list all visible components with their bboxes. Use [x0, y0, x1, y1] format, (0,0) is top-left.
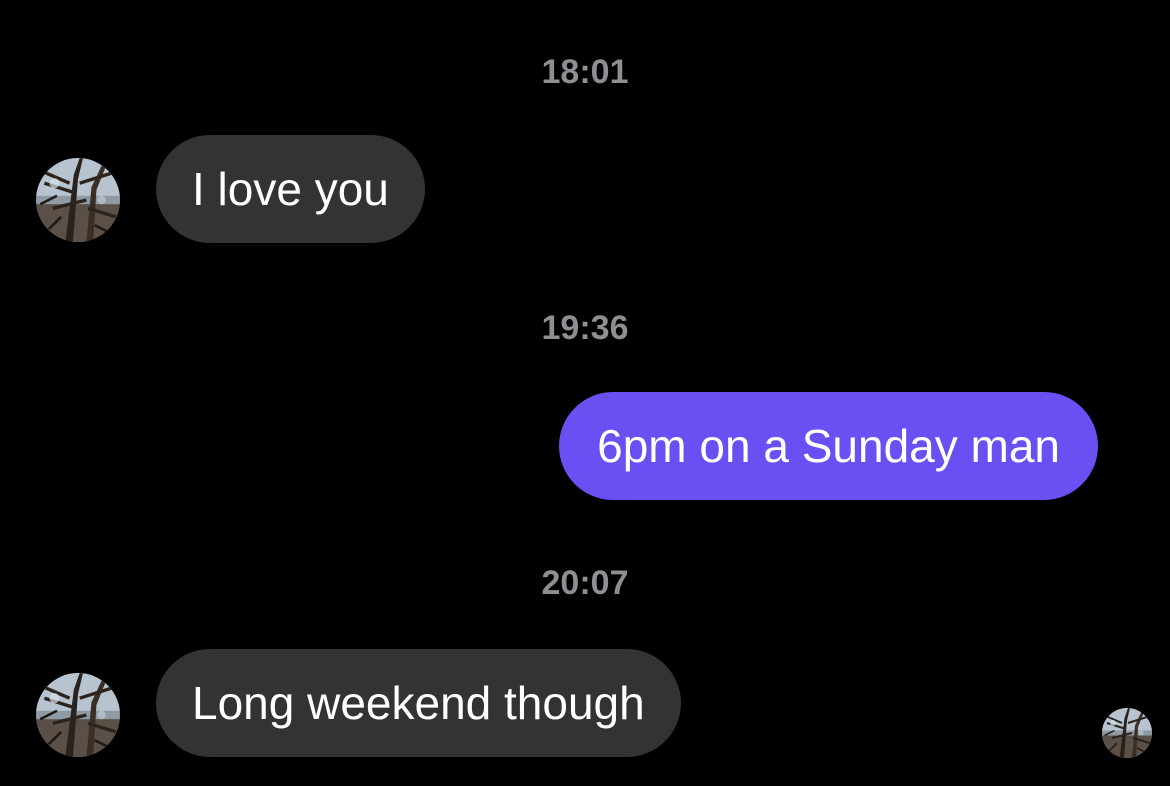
message-thread[interactable]: 18:01 I love you 19:36 6pm on a Sunday m…	[0, 0, 1170, 786]
timestamp-2: 19:36	[541, 309, 629, 347]
read-receipt-avatar-icon	[1102, 708, 1152, 758]
contact-avatar-icon[interactable]	[36, 158, 120, 242]
message-bubble-incoming-1[interactable]: I love you	[156, 135, 425, 243]
timestamp-3: 20:07	[541, 564, 629, 602]
message-bubble-outgoing-1[interactable]: 6pm on a Sunday man	[559, 392, 1098, 500]
message-bubble-incoming-2[interactable]: Long weekend though	[156, 649, 681, 757]
timestamp-1: 18:01	[541, 53, 629, 91]
contact-avatar-icon[interactable]	[36, 673, 120, 757]
